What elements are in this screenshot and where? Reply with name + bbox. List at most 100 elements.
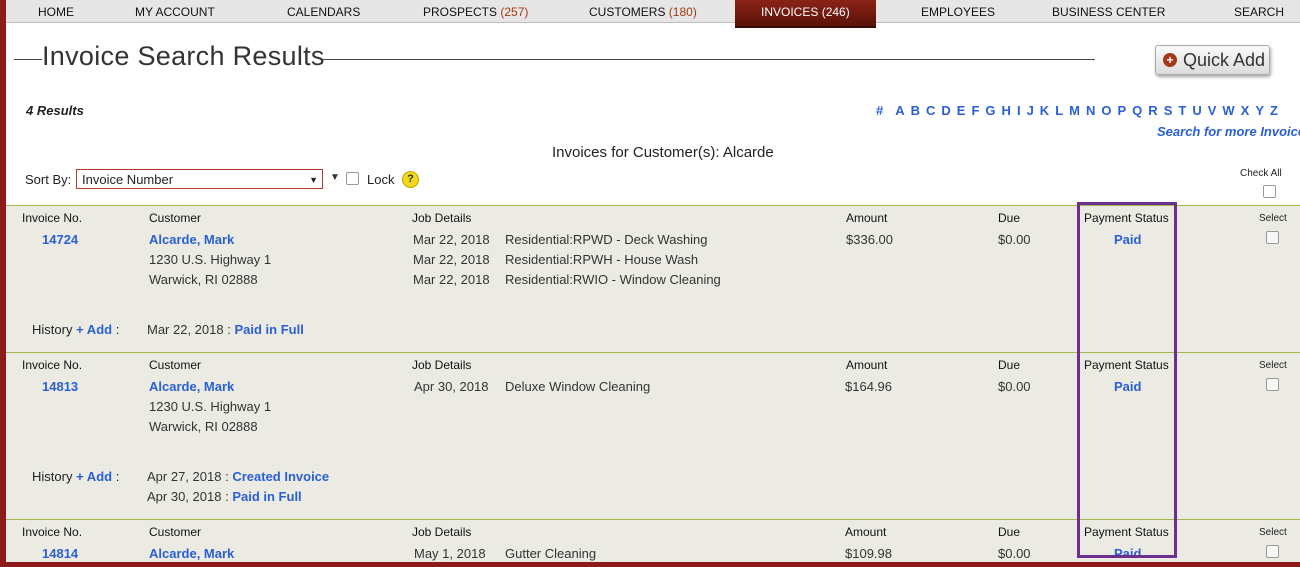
nav-customers[interactable]: CUSTOMERS (180) [589, 0, 697, 22]
customer-header: Customer [149, 358, 202, 372]
amount-header: Amount [846, 211, 888, 225]
amount-header: Amount [846, 358, 888, 372]
nav-calendars[interactable]: CALENDARS [287, 0, 360, 22]
amount-header: Amount [845, 525, 887, 539]
sort-by-label: Sort By: [25, 172, 72, 187]
nav-prospects[interactable]: PROSPECTS (257) [423, 0, 528, 22]
alpha-filter-link[interactable]: N [1086, 103, 1095, 118]
customer-name-link[interactable]: Alcarde, Mark [149, 546, 234, 561]
main-nav: HOME MY ACCOUNT CALENDARS PROSPECTS (257… [6, 0, 1300, 28]
history-date: Mar 22, 2018 [147, 322, 224, 337]
sort-by-select[interactable]: Invoice Number ▼ [76, 169, 323, 189]
history-event-link[interactable]: Paid in Full [234, 322, 303, 337]
customer-header: Customer [149, 525, 202, 539]
alpha-filter-link[interactable]: U [1192, 103, 1201, 118]
nav-my-account[interactable]: MY ACCOUNT [135, 0, 215, 22]
invoices-for-heading: Invoices for Customer(s): Alcarde [552, 144, 774, 161]
alpha-filter-link[interactable]: I [1017, 103, 1021, 118]
history-event-link[interactable]: Paid in Full [232, 489, 301, 504]
alpha-filter-link[interactable]: P [1118, 103, 1127, 118]
alpha-filter-link[interactable]: T [1178, 103, 1186, 118]
due-header: Due [998, 211, 1021, 225]
nav-business-center[interactable]: BUSINESS CENTER [1052, 0, 1165, 22]
help-icon[interactable]: ? [402, 171, 419, 188]
nav-prospects-label: PROSPECTS [423, 5, 498, 19]
invoice-number-link[interactable]: 14814 [42, 546, 78, 561]
customer-name-link[interactable]: Alcarde, Mark [149, 232, 234, 247]
nav-customers-count: (180) [668, 5, 697, 19]
job-description: Gutter Cleaning [505, 546, 597, 561]
customer-address-line1: 1230 U.S. Highway 1 [149, 399, 272, 414]
alpha-filter-link[interactable]: C [926, 103, 935, 118]
alpha-filter-link[interactable]: K [1040, 103, 1049, 118]
alpha-filter-link[interactable]: D [941, 103, 950, 118]
alpha-filter-link[interactable]: G [985, 103, 995, 118]
quick-add-label: Quick Add [1183, 50, 1266, 70]
payment-status-highlight [1077, 202, 1177, 558]
history-separator: : [227, 322, 231, 337]
customer-name-link[interactable]: Alcarde, Mark [149, 379, 234, 394]
alpha-filter-link[interactable]: L [1055, 103, 1063, 118]
history-label: History + Add : [32, 322, 119, 337]
alpha-filter-link[interactable]: M [1069, 103, 1080, 118]
invoice-number-link[interactable]: 14724 [42, 232, 78, 247]
invoice-due: $0.00 [998, 546, 1031, 561]
alpha-filter-link[interactable]: # [876, 103, 883, 118]
lock-checkbox[interactable] [346, 172, 359, 185]
app-frame: HOME MY ACCOUNT CALENDARS PROSPECTS (257… [6, 0, 1300, 562]
select-checkbox[interactable] [1266, 545, 1279, 558]
plus-icon: + [1163, 53, 1177, 67]
alpha-filter-link[interactable]: W [1222, 103, 1234, 118]
history-label: History + Add : [32, 469, 119, 484]
alpha-filter-link[interactable]: F [971, 103, 979, 118]
alpha-filter-link[interactable]: J [1027, 103, 1034, 118]
history-add-link[interactable]: + Add [76, 469, 112, 484]
check-all-label: Check All [1240, 168, 1282, 179]
alpha-filter-link[interactable]: B [911, 103, 920, 118]
lock-label: Lock [367, 172, 395, 187]
alpha-filter-link[interactable]: R [1148, 103, 1157, 118]
job-date: May 1, 2018 [414, 546, 486, 561]
alpha-filter-link[interactable]: H [1002, 103, 1011, 118]
alpha-filter-link[interactable]: Q [1132, 103, 1142, 118]
job-date: Mar 22, 2018 [413, 252, 490, 267]
alpha-filter-link[interactable]: E [957, 103, 966, 118]
history-separator: : [225, 469, 229, 484]
sort-direction-icon[interactable]: ▼ [330, 172, 340, 183]
select-label: Select [1259, 213, 1287, 224]
job-description: Residential:RWIO - Window Cleaning [505, 272, 721, 287]
nav-invoices-label: INVOICES [761, 5, 819, 19]
alpha-filter-link[interactable]: Z [1270, 103, 1278, 118]
invoice-no-header: Invoice No. [22, 211, 83, 225]
select-checkbox[interactable] [1266, 231, 1279, 244]
history-add-link[interactable]: + Add [76, 322, 112, 337]
nav-home-label: HOME [38, 5, 74, 19]
invoice-amount: $336.00 [846, 232, 893, 247]
alphabet-filter: # A B C D E F G H I J K L M N O P Q R S T U V W X Y Z [876, 103, 1300, 118]
nav-invoices[interactable]: INVOICES (246) [735, 0, 876, 28]
history-event-link[interactable]: Created Invoice [232, 469, 329, 484]
search-more-link[interactable]: Search for more Invoices [1157, 124, 1300, 139]
nav-employees[interactable]: EMPLOYEES [921, 0, 995, 22]
quick-add-button[interactable]: + Quick Add [1155, 45, 1270, 75]
job-details-header: Job Details [412, 358, 472, 372]
alpha-filter-link[interactable]: V [1208, 103, 1217, 118]
nav-home[interactable]: HOME [38, 0, 74, 22]
alpha-filter-link[interactable]: A [895, 103, 904, 118]
alpha-filter-link[interactable]: S [1164, 103, 1173, 118]
alpha-filter-link[interactable]: O [1101, 103, 1111, 118]
title-divider-left [14, 59, 42, 60]
select-checkbox[interactable] [1266, 378, 1279, 391]
results-count: 4 Results [26, 103, 84, 118]
invoice-no-header: Invoice No. [22, 358, 83, 372]
nav-search[interactable]: SEARCH [1234, 0, 1284, 22]
customer-address-line2: Warwick, RI 02888 [149, 419, 258, 434]
nav-prospects-count: (257) [500, 5, 529, 19]
alpha-filter-link[interactable]: X [1241, 103, 1250, 118]
job-description: Deluxe Window Cleaning [505, 379, 651, 394]
job-details-header: Job Details [412, 211, 472, 225]
customer-header: Customer [149, 211, 202, 225]
check-all-checkbox[interactable] [1263, 185, 1276, 198]
alpha-filter-link[interactable]: Y [1255, 103, 1264, 118]
invoice-number-link[interactable]: 14813 [42, 379, 78, 394]
